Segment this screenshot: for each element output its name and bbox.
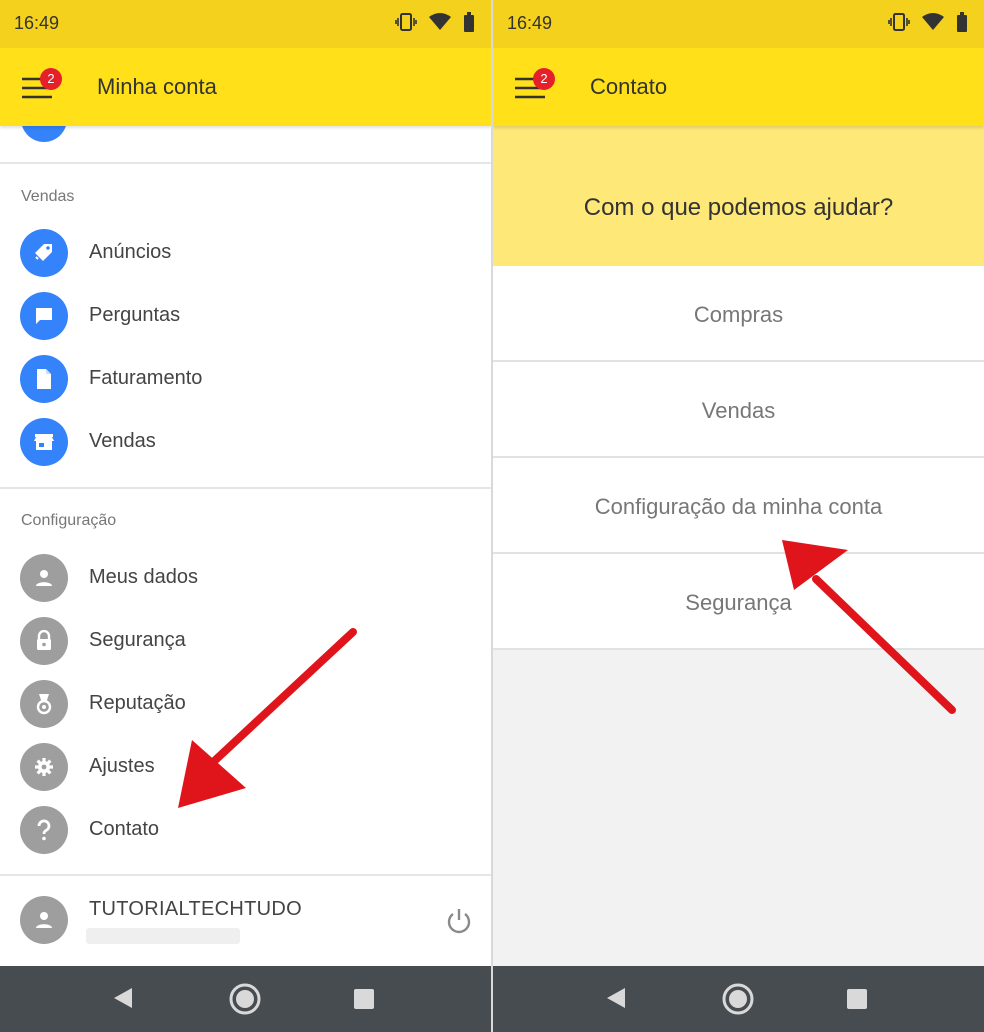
notification-badge: 2	[533, 68, 555, 90]
app-bar: 2 Minha conta	[0, 48, 491, 126]
power-icon[interactable]	[444, 906, 474, 936]
help-question: Com o que podemos ajudar?	[583, 194, 894, 221]
store-icon	[20, 418, 68, 466]
drawer-item-label: Vendas	[89, 430, 156, 452]
option-label: Vendas	[701, 398, 776, 423]
option-vendas[interactable]: Vendas	[493, 362, 984, 458]
status-bar: 16:49	[0, 0, 491, 48]
tag-icon	[20, 229, 68, 277]
wifi-icon	[922, 13, 944, 30]
annotation-arrow	[782, 540, 956, 714]
drawer-item-label: Contato	[89, 818, 160, 840]
option-label: Configuração da minha conta	[594, 494, 883, 519]
battery-icon	[957, 12, 967, 32]
avatar	[20, 896, 68, 944]
divider	[0, 487, 491, 489]
vibrate-icon	[395, 13, 417, 31]
username: TUTORIALTECHTUDO	[89, 898, 302, 920]
redacted-email	[86, 928, 240, 944]
notification-badge: 2	[40, 68, 62, 90]
user-account-row: TUTORIALTECHTUDO	[0, 876, 491, 966]
page-title: Minha conta	[97, 74, 217, 99]
app-bar: 2 Contato	[493, 48, 984, 126]
menu-button[interactable]: 2	[20, 68, 64, 108]
home-icon[interactable]	[721, 982, 755, 1016]
section-title-configuracao: Configuração	[21, 512, 117, 529]
option-label: Compras	[693, 302, 784, 327]
back-icon[interactable]	[605, 986, 627, 1010]
back-icon[interactable]	[112, 986, 134, 1010]
left-screen: 16:49 2 Minha conta Vendas Anúncios Perg…	[0, 0, 491, 1032]
battery-icon	[464, 12, 474, 32]
menu-button[interactable]: 2	[513, 68, 557, 108]
drawer-item-anuncios[interactable]: Anúncios	[0, 223, 491, 283]
person-icon	[36, 912, 52, 928]
right-screen: 16:49 2 Contato Com o que podemos ajudar…	[493, 0, 984, 1032]
document-icon	[20, 355, 68, 403]
drawer-item-label: Perguntas	[89, 304, 181, 326]
home-icon[interactable]	[228, 982, 262, 1016]
help-banner: Com o que podemos ajudar?	[493, 126, 984, 266]
chat-bubble-icon	[20, 292, 68, 340]
wifi-icon	[429, 13, 451, 30]
vibrate-icon	[888, 13, 910, 31]
annotation-arrow	[178, 628, 357, 808]
drawer-item-vendas[interactable]: Vendas	[0, 412, 491, 472]
help-icon	[20, 806, 68, 854]
medal-icon	[20, 680, 68, 728]
drawer-item-label: Anúncios	[89, 241, 172, 263]
divider	[0, 162, 491, 164]
system-nav-bar	[0, 966, 491, 1032]
recents-icon[interactable]	[353, 988, 375, 1010]
status-time: 16:49	[14, 13, 60, 33]
page-title: Contato	[590, 74, 668, 99]
drawer-item-faturamento[interactable]: Faturamento	[0, 349, 491, 409]
person-icon	[20, 554, 68, 602]
status-bar: 16:49	[493, 0, 984, 48]
drawer-menu: Vendas Anúncios Perguntas Faturamento Ve…	[0, 96, 491, 966]
drawer-item-label: Meus dados	[89, 566, 198, 588]
gear-icon	[20, 743, 68, 791]
system-nav-bar	[493, 966, 984, 1032]
lock-icon	[20, 617, 68, 665]
drawer-item-meus-dados[interactable]: Meus dados	[0, 548, 491, 608]
status-time: 16:49	[507, 13, 553, 33]
section-title-vendas: Vendas	[21, 188, 75, 205]
option-compras[interactable]: Compras	[493, 266, 984, 362]
drawer-item-label: Faturamento	[89, 367, 203, 389]
drawer-item-label: Ajustes	[89, 755, 155, 777]
recents-icon[interactable]	[846, 988, 868, 1010]
drawer-item-perguntas[interactable]: Perguntas	[0, 286, 491, 346]
